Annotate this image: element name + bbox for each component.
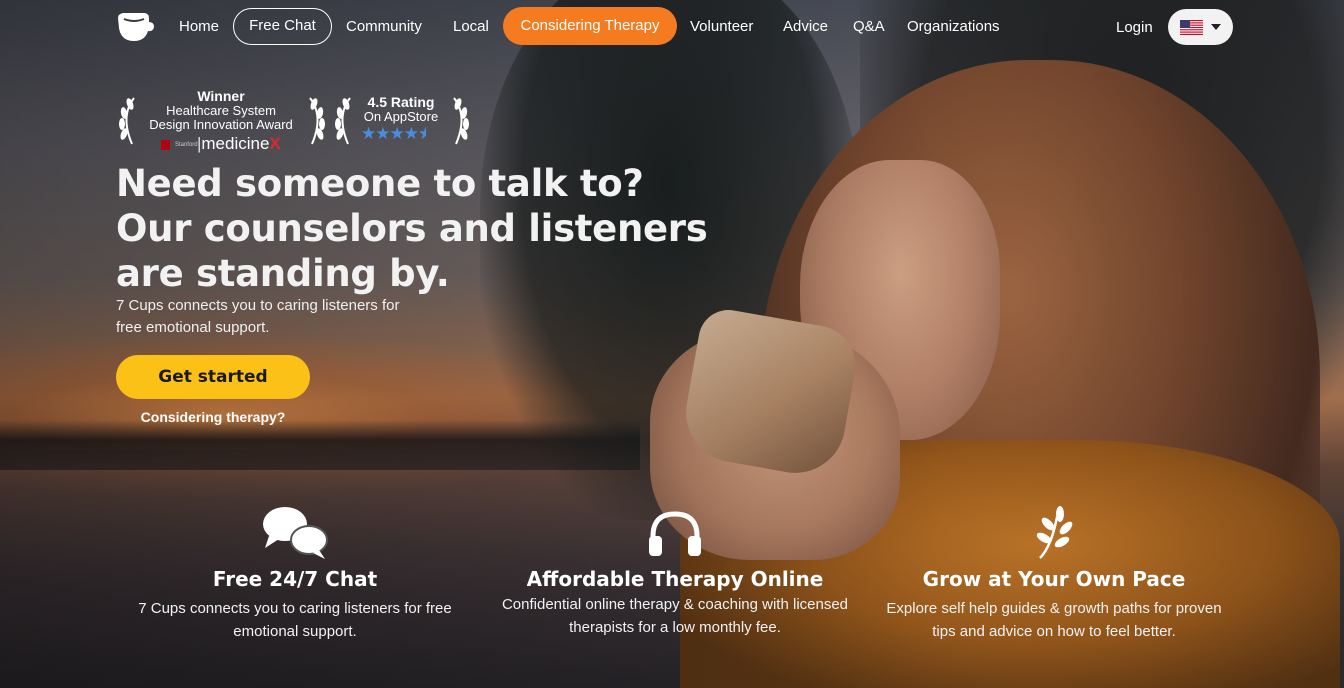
feature-free-chat: Free 24/7 Chat 7 Cups connects you to ca… [110,500,480,650]
winner-award: Winner Healthcare System Design Innovati… [140,88,302,153]
feature-therapy-online: Affordable Therapy Online Confidential o… [500,500,850,650]
award-title: Winner [197,88,245,104]
hero-subtitle: 7 Cups connects you to caring listeners … [116,297,400,336]
nav-community-link[interactable]: Community [346,17,422,37]
sprout-icon [1036,506,1073,559]
feature-grow-pace: Grow at Your Own Pace Explore self help … [880,500,1228,650]
get-started-button[interactable]: Get started [116,355,310,399]
hero-headline: Need someone to talk to? Our counselors … [116,161,736,296]
chevron-down-icon [1211,24,1221,30]
rating-title: 4.5 Rating [367,94,435,110]
top-navigation: Home Free Chat Community Local Consideri… [0,0,1344,54]
hero-headline-line: Need someone to talk to? [116,162,644,205]
feature-description: Explore self help guides & growth paths … [886,600,1222,640]
language-selector[interactable] [1168,9,1233,45]
considering-therapy-link[interactable]: Considering therapy? [116,409,310,425]
feature-title: Free 24/7 Chat [212,567,378,591]
laurel-right-icon [453,97,469,145]
award-line2: Design Innovation Award [149,117,293,132]
nav-home-link[interactable]: Home [179,17,219,37]
login-link[interactable]: Login [1116,18,1153,38]
star-rating-icon: ★★★★★ [361,124,426,143]
feature-title: Affordable Therapy Online [526,567,824,591]
nav-advice-link[interactable]: Advice [783,17,828,37]
stanford-medicine-x-logo: Stanford|medicineX [140,135,302,153]
laurel-left-icon [335,97,351,145]
headphones-icon [649,511,701,556]
feature-description: 7 Cups connects you to caring listeners … [138,600,452,640]
cup-logo-icon[interactable] [115,10,155,44]
feature-description: Confidential online therapy & coaching w… [501,596,849,636]
award-line1: Healthcare System [166,103,276,118]
rating-subtitle: On AppStore [363,109,439,124]
chat-bubbles-icon [263,507,328,559]
nav-organizations-link[interactable]: Organizations [907,17,1000,37]
hero-headline-line: are standing by. [116,252,450,295]
nav-free-chat-button[interactable]: Free Chat [233,8,332,45]
hero-headline-line: Our counselors and listeners [116,207,708,250]
laurel-left-icon [119,97,135,145]
nav-qa-link[interactable]: Q&A [853,17,885,37]
nav-local-link[interactable]: Local [453,17,489,37]
laurel-right-icon [309,97,325,145]
nav-considering-therapy-button[interactable]: Considering Therapy [503,7,677,45]
appstore-rating-award: 4.5 Rating On AppStore [354,94,448,124]
feature-title: Grow at Your Own Pace [922,567,1186,591]
us-flag-icon [1180,20,1203,35]
nav-volunteer-link[interactable]: Volunteer [690,17,753,37]
